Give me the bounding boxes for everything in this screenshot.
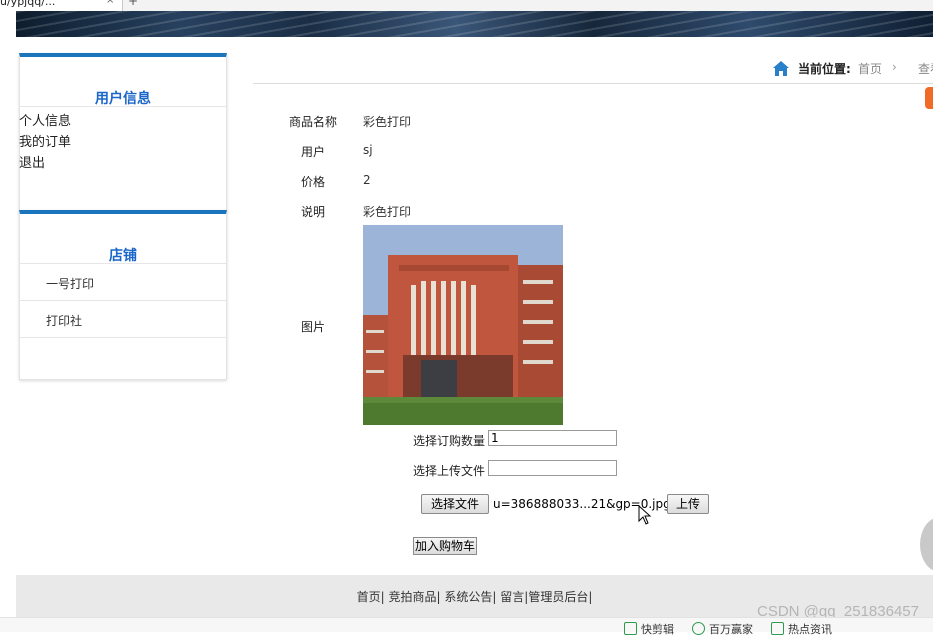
browser-tab[interactable]: u/ypjqq/... × [0, 0, 123, 11]
footer-link-auction[interactable]: 竞拍商品 [389, 590, 437, 604]
quantity-input[interactable]: 1 [488, 430, 617, 446]
upload-label: 选择上传文件 [413, 464, 486, 478]
shop-panel: 店铺 一号打印 打印社 [19, 210, 227, 380]
scissors-icon [624, 622, 637, 635]
field-label-price: 价格 [300, 175, 325, 189]
taskbar-item-3[interactable]: 热点资讯 [771, 621, 832, 637]
taskbar-item-label: 百万赢家 [709, 623, 753, 636]
field-label-name: 商品名称 [288, 115, 337, 129]
close-icon[interactable]: × [106, 0, 114, 6]
divider [20, 106, 226, 107]
taskbar-item-label: 热点资讯 [788, 623, 832, 636]
browser-tab-strip: u/ypjqq/... × + [0, 0, 933, 11]
divider [20, 337, 226, 338]
upload-path-input[interactable] [488, 460, 617, 476]
footer-link-home[interactable]: 首页 [357, 590, 381, 604]
quantity-label: 选择订购数量 [413, 434, 486, 448]
field-label-image: 图片 [300, 320, 325, 334]
divider [20, 300, 226, 301]
footer-link-notice[interactable]: 系统公告 [444, 590, 492, 604]
field-value-user: sj [363, 143, 373, 157]
choose-file-button[interactable]: 选择文件 [421, 494, 489, 514]
chevron-right-icon: › [892, 60, 897, 74]
field-value-price: 2 [363, 173, 371, 187]
upload-button[interactable]: 上传 [667, 494, 709, 514]
user-info-panel: 用户信息 个人信息 我的订单 退出 [19, 53, 227, 213]
breadcrumb-home-link[interactable]: 首页 [858, 60, 882, 77]
new-tab-icon[interactable]: + [128, 0, 138, 8]
shop-title: 店铺 [109, 248, 137, 264]
breadcrumb-divider [253, 83, 933, 84]
taskbar-item-1[interactable]: 快剪辑 [624, 621, 674, 637]
header-banner [16, 11, 933, 37]
link-personal-info[interactable]: 个人信息 [19, 110, 71, 129]
field-value-name: 彩色打印 [363, 115, 412, 129]
footer-link-message[interactable]: 留言 [500, 590, 524, 604]
coin-icon [692, 622, 705, 635]
taskbar-item-2[interactable]: 百万赢家 [692, 621, 753, 637]
link-my-orders[interactable]: 我的订单 [19, 131, 71, 150]
scroll-widget[interactable] [920, 517, 933, 572]
mouse-cursor-icon [638, 505, 652, 525]
news-icon [771, 622, 784, 635]
breadcrumb-label: 当前位置: [798, 62, 851, 76]
product-image [363, 225, 563, 425]
browser-tab-title: u/ypjqq/... [0, 0, 56, 8]
divider [20, 263, 226, 264]
field-value-description: 彩色打印 [363, 205, 412, 219]
field-label-user: 用户 [300, 145, 325, 159]
add-to-cart-button[interactable]: 加入购物车 [413, 537, 477, 555]
taskbar: 快剪辑 百万赢家 热点资讯 [0, 617, 933, 636]
shop-item-2[interactable]: 打印社 [46, 312, 82, 329]
footer-link-admin[interactable]: 管理员后台 [528, 590, 588, 604]
taskbar-item-label: 快剪辑 [641, 623, 674, 636]
home-icon [773, 61, 789, 76]
breadcrumb-current[interactable]: 查看 [918, 60, 933, 77]
field-label-description: 说明 [300, 205, 325, 219]
user-info-title: 用户信息 [95, 91, 151, 107]
floating-widget-icon[interactable] [925, 87, 933, 109]
building-photo-icon [363, 225, 563, 425]
shop-item-1[interactable]: 一号打印 [46, 275, 94, 292]
link-logout[interactable]: 退出 [19, 152, 45, 171]
